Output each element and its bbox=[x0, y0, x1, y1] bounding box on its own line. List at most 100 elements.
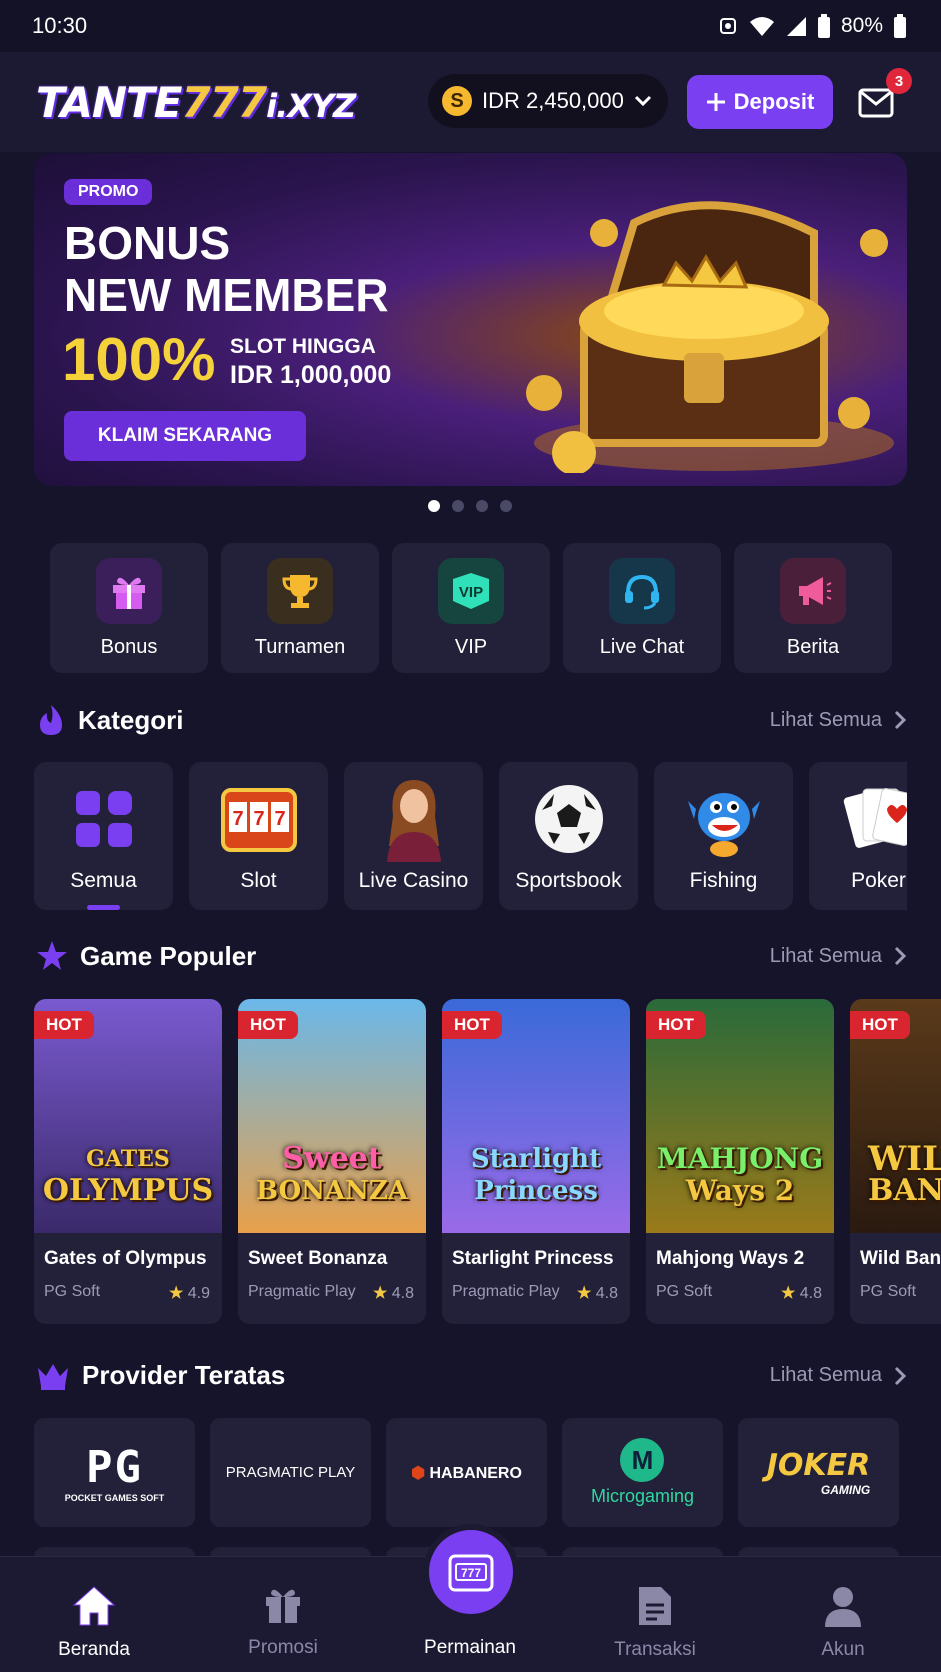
quick-vip[interactable]: VIP VIP bbox=[392, 543, 550, 673]
nav-promosi[interactable]: Promosi bbox=[223, 1585, 343, 1659]
quick-bonus[interactable]: Bonus bbox=[50, 543, 208, 673]
category-live-casino[interactable]: Live Casino bbox=[344, 762, 483, 910]
slot-machine-icon: 777 bbox=[219, 779, 299, 859]
see-all-link[interactable]: Lihat Semua bbox=[770, 709, 906, 732]
provider-pragmatic-play[interactable]: PRAGMATIC PLAY bbox=[210, 1418, 371, 1527]
hot-badge: HOT bbox=[850, 1011, 910, 1039]
star-icon bbox=[37, 941, 67, 970]
chevron-right-icon bbox=[894, 946, 906, 966]
provider-pg-soft[interactable]: PG POCKET GAMES SOFT bbox=[34, 1418, 195, 1527]
game-title: Sweet Bonanza bbox=[248, 1248, 388, 1269]
headset-icon bbox=[609, 557, 675, 624]
site-logo[interactable]: TANTE777i.XYZ bbox=[36, 78, 356, 127]
inbox-button[interactable]: 3 bbox=[858, 68, 912, 122]
grid-icon bbox=[64, 779, 144, 859]
games-fab[interactable]: 777 bbox=[423, 1524, 519, 1620]
provider-joker-gaming[interactable]: JOKER GAMING bbox=[738, 1418, 899, 1527]
game-title: Gates of Olympus bbox=[44, 1248, 207, 1269]
see-all-link[interactable]: Lihat Semua bbox=[770, 1364, 906, 1387]
dealer-icon bbox=[374, 779, 454, 862]
game-rating: ★ 4.9 bbox=[168, 1285, 210, 1302]
carousel-dot[interactable] bbox=[476, 500, 488, 512]
see-all-link[interactable]: Lihat Semua bbox=[770, 945, 906, 968]
quick-turnamen[interactable]: Turnamen bbox=[221, 543, 379, 673]
game-rating: ★ 4.8 bbox=[780, 1285, 822, 1302]
provider-list: PG POCKET GAMES SOFT PRAGMATIC PLAY ⬢ HAB… bbox=[34, 1418, 899, 1527]
hot-badge: HOT bbox=[238, 1011, 298, 1039]
quick-berita[interactable]: Berita bbox=[734, 543, 892, 673]
category-slot[interactable]: 777 Slot bbox=[189, 762, 328, 910]
carousel-dot[interactable] bbox=[500, 500, 512, 512]
app-header: TANTE777i.XYZ S IDR 2,450,000 Deposit 3 bbox=[0, 52, 941, 152]
provider-microgaming[interactable]: M Microgaming bbox=[562, 1418, 723, 1527]
sync-icon bbox=[719, 18, 736, 34]
game-card[interactable]: WILDBAND HOT Wild Bandito PG Soft bbox=[850, 999, 941, 1324]
carousel-dot[interactable] bbox=[452, 500, 464, 512]
star-icon: ★ bbox=[576, 1285, 592, 1302]
game-card[interactable]: GATES OLYMPUS HOT Gates of Olympus PG Sof… bbox=[34, 999, 222, 1324]
active-indicator bbox=[87, 905, 120, 910]
slot-machine-icon: 777 bbox=[448, 1554, 494, 1592]
game-provider: PG Soft bbox=[656, 1283, 713, 1300]
claim-button[interactable]: KLAIM SEKARANG bbox=[64, 411, 306, 461]
promo-tag: PROMO bbox=[64, 179, 153, 205]
svg-text:VIP: VIP bbox=[459, 584, 483, 601]
gift-icon bbox=[96, 557, 162, 624]
game-card[interactable]: Sweet BONANZA HOT Sweet Bonanza Pragmatic… bbox=[238, 999, 426, 1324]
game-provider: PG Soft bbox=[44, 1283, 101, 1300]
promo-banner[interactable]: PROMO BONUS NEW MEMBER 100% SLOT HINGGA … bbox=[34, 153, 907, 486]
banner-title: BONUS NEW MEMBER bbox=[64, 217, 389, 321]
nav-beranda[interactable]: Beranda bbox=[34, 1585, 154, 1661]
battery-icon bbox=[817, 14, 830, 38]
nav-transaksi[interactable]: Transaksi bbox=[595, 1585, 715, 1661]
game-title: Starlight Princess bbox=[452, 1248, 614, 1269]
nav-permainan[interactable]: Permainan bbox=[410, 1637, 530, 1659]
game-provider: PG Soft bbox=[860, 1283, 917, 1300]
star-icon: ★ bbox=[168, 1285, 184, 1302]
hot-badge: HOT bbox=[34, 1011, 94, 1039]
svg-text:777: 777 bbox=[461, 1566, 481, 1580]
quick-live-chat[interactable]: Live Chat bbox=[563, 543, 721, 673]
section-title: Game Populer bbox=[80, 940, 257, 971]
category-fishing[interactable]: Fishing bbox=[654, 762, 793, 910]
provider-habanero[interactable]: ⬢ HABANERO bbox=[386, 1418, 547, 1527]
hot-badge: HOT bbox=[646, 1011, 706, 1039]
star-icon: ★ bbox=[780, 1285, 796, 1302]
carousel-dots bbox=[428, 500, 512, 512]
provider-header: Provider Teratas Lihat Semua bbox=[36, 1360, 906, 1391]
balance-selector[interactable]: S IDR 2,450,000 bbox=[428, 74, 668, 128]
nav-akun[interactable]: Akun bbox=[783, 1585, 903, 1661]
fish-icon bbox=[684, 779, 764, 859]
deposit-label: Deposit bbox=[733, 89, 815, 114]
category-semua[interactable]: Semua bbox=[34, 762, 173, 910]
game-card[interactable]: Starlight Princess HOT Starlight Princess… bbox=[442, 999, 630, 1324]
category-sportsbook[interactable]: Sportsbook bbox=[499, 762, 638, 910]
category-poker[interactable]: Poker bbox=[809, 762, 907, 910]
plus-icon bbox=[706, 93, 725, 111]
battery-percent: 80% bbox=[840, 14, 883, 37]
game-card[interactable]: MAHJONG Ways 2 HOT Mahjong Ways 2 PG Soft… bbox=[646, 999, 834, 1324]
game-rating: ★ 4.8 bbox=[576, 1285, 618, 1302]
mail-icon bbox=[858, 88, 894, 118]
carousel-dot[interactable] bbox=[428, 500, 440, 512]
notification-badge: 3 bbox=[886, 68, 912, 94]
popular-header: Game Populer Lihat Semua bbox=[36, 940, 906, 972]
svg-text:7: 7 bbox=[274, 808, 285, 830]
trophy-icon bbox=[267, 557, 333, 624]
game-rating: ★ 4.8 bbox=[372, 1285, 414, 1302]
bonus-percent: 100% bbox=[62, 326, 216, 393]
chevron-right-icon bbox=[894, 1366, 906, 1385]
category-list: Semua 777 Slot Live Casino Sportsbook Fi… bbox=[34, 762, 907, 910]
crown-icon bbox=[38, 1363, 68, 1390]
megaphone-icon bbox=[780, 557, 846, 624]
cards-icon bbox=[839, 779, 907, 859]
deposit-button[interactable]: Deposit bbox=[687, 75, 833, 129]
quick-menu: Bonus Turnamen VIP VIP Live Chat Berita bbox=[50, 543, 892, 673]
chevron-down-icon bbox=[634, 95, 651, 107]
balance-amount: IDR 2,450,000 bbox=[482, 88, 624, 113]
star-icon: ★ bbox=[372, 1285, 388, 1302]
coin-icon: S bbox=[442, 86, 472, 116]
flame-icon bbox=[40, 705, 62, 735]
game-provider: Pragmatic Play bbox=[248, 1283, 356, 1300]
game-title: Mahjong Ways 2 bbox=[656, 1248, 805, 1269]
